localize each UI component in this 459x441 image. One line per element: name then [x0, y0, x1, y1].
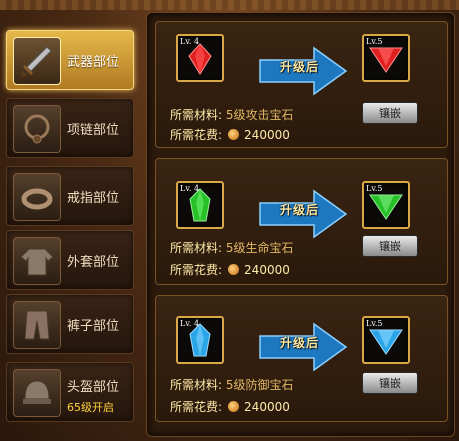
equipment-slot-sidebar: 武器部位 项链部位 戒指部位 外套部位 裤子部位 头盔部位 65级开启	[0, 30, 138, 430]
upgraded-gem-slot[interactable]: Lv.5	[362, 34, 410, 82]
gem-level: Lv. 4	[180, 184, 200, 193]
upgrade-arrow-text: 升级后	[280, 336, 320, 350]
current-gem-slot[interactable]: Lv. 4	[176, 181, 224, 229]
slot-label: 项链部位	[67, 123, 120, 138]
cost-value: 240000	[244, 400, 290, 414]
upgrade-arrow-text: 升级后	[280, 60, 320, 74]
upgrade-card: Lv. 4 升级后 Lv.5 镶嵌 所需材料: 5级生命宝石 所需花费: 2400…	[155, 158, 448, 285]
gem-level: Lv.5	[366, 37, 383, 46]
pants-icon	[13, 301, 61, 349]
slot-label: 戒指部位	[67, 191, 120, 206]
slot-label: 外套部位	[67, 255, 120, 270]
ring-icon	[13, 173, 61, 221]
cost-row: 所需花费: 240000	[170, 398, 290, 415]
coin-icon	[228, 401, 240, 412]
slot-pants[interactable]: 裤子部位	[6, 294, 134, 354]
upgraded-gem-slot[interactable]: Lv.5	[362, 181, 410, 229]
inlay-button[interactable]: 镶嵌	[362, 372, 418, 394]
cost-row: 所需花费: 240000	[170, 126, 290, 143]
current-gem-slot[interactable]: Lv. 4	[176, 316, 224, 364]
current-gem-slot[interactable]: Lv. 4	[176, 34, 224, 82]
upgrade-card: Lv. 4 升级后 Lv.5 镶嵌 所需材料: 5级攻击宝石 所需花费: 2400…	[155, 21, 448, 148]
gem-level: Lv.5	[366, 319, 383, 328]
material-value: 5级生命宝石	[225, 241, 294, 255]
necklace-icon	[13, 105, 61, 153]
slot-ring[interactable]: 戒指部位	[6, 166, 134, 226]
coin-icon	[228, 129, 240, 140]
cost-label: 所需花费:	[170, 400, 223, 414]
slot-label: 裤子部位	[67, 319, 120, 334]
slot-label: 头盔部位	[67, 380, 120, 395]
coin-icon	[228, 264, 240, 275]
upgrade-arrow: 升级后	[256, 189, 348, 239]
cost-value: 240000	[244, 263, 290, 277]
slot-helmet[interactable]: 头盔部位 65级开启	[6, 362, 134, 422]
gem-level: Lv. 4	[180, 319, 200, 328]
upgrade-arrow-text: 升级后	[280, 203, 320, 217]
slot-necklace[interactable]: 项链部位	[6, 98, 134, 158]
material-row: 所需材料: 5级攻击宝石	[170, 106, 294, 123]
cost-value: 240000	[244, 128, 290, 142]
slot-coat[interactable]: 外套部位	[6, 230, 134, 290]
gem-upgrade-panel: Lv. 4 升级后 Lv.5 镶嵌 所需材料: 5级攻击宝石 所需花费: 2400…	[146, 12, 455, 437]
sword-icon	[13, 37, 61, 85]
slot-weapon[interactable]: 武器部位	[6, 30, 134, 90]
material-label: 所需材料:	[170, 378, 223, 392]
upgrade-arrow: 升级后	[256, 322, 348, 372]
material-label: 所需材料:	[170, 108, 223, 122]
slot-label: 武器部位	[67, 55, 120, 70]
gem-level: Lv.5	[366, 184, 383, 193]
unlock-level-note: 65级开启	[67, 401, 114, 414]
upgraded-gem-slot[interactable]: Lv.5	[362, 316, 410, 364]
helmet-icon	[13, 369, 61, 417]
gem-level: Lv. 4	[180, 37, 200, 46]
material-value: 5级防御宝石	[225, 378, 294, 392]
material-label: 所需材料:	[170, 241, 223, 255]
upgrade-card: Lv. 4 升级后 Lv.5 镶嵌 所需材料: 5级防御宝石 所需花费: 2400…	[155, 295, 448, 422]
material-row: 所需材料: 5级防御宝石	[170, 376, 294, 393]
cost-row: 所需花费: 240000	[170, 261, 290, 278]
upgrade-arrow: 升级后	[256, 46, 348, 96]
coat-icon	[13, 237, 61, 285]
inlay-button[interactable]: 镶嵌	[362, 235, 418, 257]
inlay-button[interactable]: 镶嵌	[362, 102, 418, 124]
material-row: 所需材料: 5级生命宝石	[170, 239, 294, 256]
cost-label: 所需花费:	[170, 128, 223, 142]
material-value: 5级攻击宝石	[225, 108, 294, 122]
cost-label: 所需花费:	[170, 263, 223, 277]
